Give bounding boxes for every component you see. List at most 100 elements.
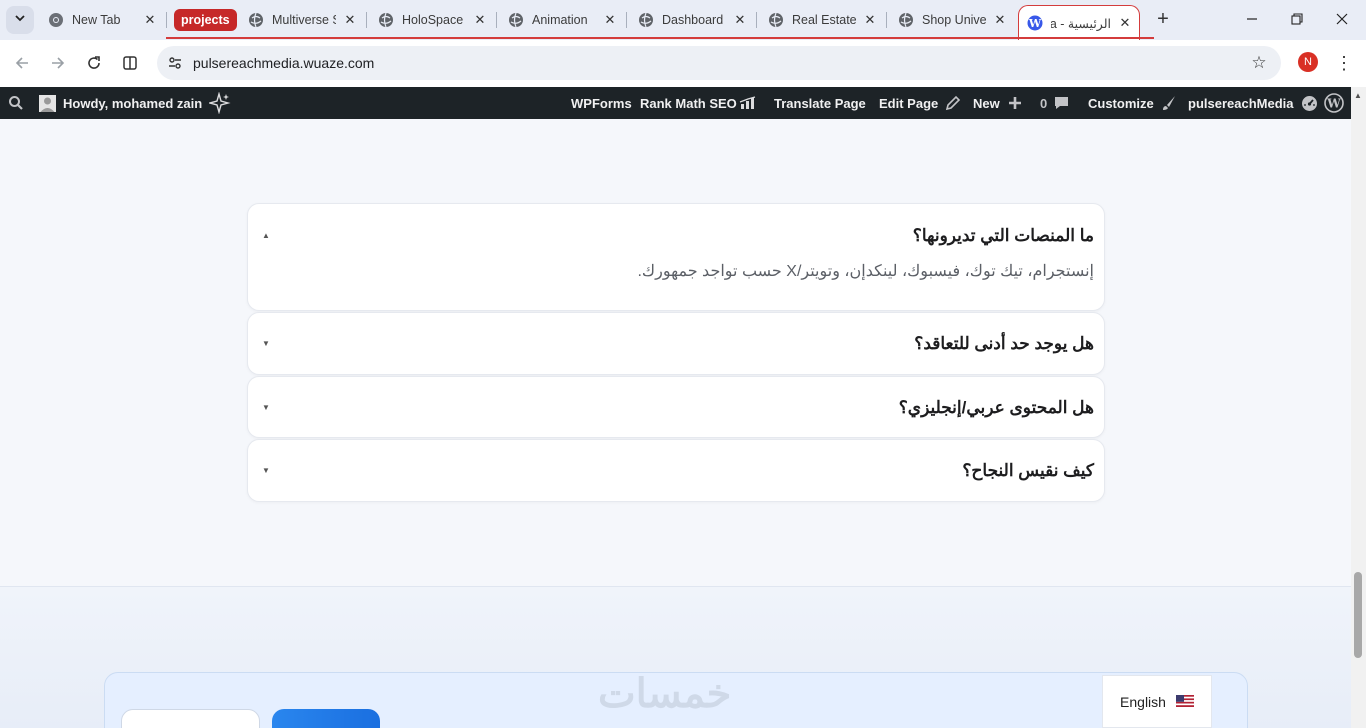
site-name-menu[interactable]: pulsereachMedia [1188, 87, 1318, 119]
bookmark-star-icon[interactable]: ☆ [1249, 53, 1269, 73]
caret-down-icon[interactable]: ▼ [261, 465, 271, 475]
faq-answer: إنستجرام، تيك توك، فيسبوك، لينكدإن، وتوي… [637, 263, 1094, 280]
close-window-icon[interactable] [1333, 10, 1351, 28]
rank-math-label: Rank Math SEO [640, 95, 737, 111]
tab-separator [366, 12, 367, 28]
globe-icon [248, 12, 264, 28]
tab-separator [166, 12, 167, 28]
tab-group-chip[interactable]: projects [174, 9, 237, 31]
ai-sparkle-icon[interactable] [209, 87, 231, 119]
restore-icon[interactable] [1288, 10, 1306, 28]
language-switcher[interactable]: English [1102, 675, 1212, 728]
pencil-icon [945, 95, 961, 111]
close-icon[interactable]: ✕ [342, 12, 358, 28]
faq-question[interactable]: هل يوجد حد أدنى للتعاقد؟ [914, 334, 1094, 354]
tab-dashboard[interactable]: Dashboard ✕ [638, 5, 748, 35]
menu-kebab-icon[interactable]: ⋮ [1335, 52, 1353, 74]
customize-link[interactable]: Customize [1088, 87, 1177, 119]
tab-search-button[interactable] [6, 6, 34, 34]
browser-tab-strip: New Tab ✕ projects Multiverse S ✕ HoloSp… [0, 0, 1366, 40]
reload-icon[interactable] [83, 52, 105, 74]
tab-animation[interactable]: Animation ✕ [508, 5, 618, 35]
faq-question[interactable]: هل المحتوى عربي/إنجليزي؟ [899, 398, 1094, 418]
comments-link[interactable]: 0 [1040, 87, 1069, 119]
tab-group-underline [166, 37, 1154, 39]
profile-avatar[interactable]: N [1298, 52, 1318, 72]
howdy-user[interactable]: Howdy, mohamed zain [39, 87, 202, 119]
new-tab-button[interactable]: + [1152, 8, 1174, 30]
translate-label: Translate Page [774, 95, 866, 111]
tab-title: Shop Unive [922, 13, 986, 27]
edit-page-label: Edit Page [879, 95, 939, 111]
browser-toolbar: pulsereachmedia.wuaze.com ☆ N ⋮ [0, 40, 1366, 87]
rank-math-menu[interactable]: Rank Math SEO [640, 87, 759, 119]
caret-down-icon[interactable]: ▼ [261, 338, 271, 348]
khamsat-watermark: خمسات [598, 672, 732, 716]
faq-item-platforms[interactable]: ما المنصات التي تديرونها؟ إنستجرام، تيك … [247, 203, 1105, 311]
globe-icon [898, 12, 914, 28]
wordpress-logo-icon[interactable]: W [1324, 87, 1344, 119]
address-url[interactable]: pulsereachmedia.wuaze.com [193, 55, 374, 71]
site-name-label: pulsereachMedia [1188, 95, 1294, 111]
wpforms-label: WPForms [571, 95, 632, 111]
globe-icon [638, 12, 654, 28]
tab-shop-universe[interactable]: Shop Unive ✕ [898, 5, 1008, 35]
close-icon[interactable]: ✕ [992, 12, 1008, 28]
scrollbar-thumb[interactable] [1354, 572, 1362, 658]
avatar [39, 94, 56, 112]
globe-icon [768, 12, 784, 28]
split-view-icon[interactable] [119, 52, 141, 74]
caret-up-icon[interactable]: ▲ [261, 230, 271, 240]
plus-icon [1008, 96, 1022, 110]
secondary-cta-button[interactable] [121, 709, 260, 728]
close-icon[interactable]: ✕ [732, 12, 748, 28]
tab-real-estate[interactable]: Real Estate ✕ [768, 5, 878, 35]
globe-icon [378, 12, 394, 28]
faq-item-content-language[interactable]: هل المحتوى عربي/إنجليزي؟ ▼ [247, 376, 1105, 438]
section-divider [0, 586, 1351, 587]
faq-question[interactable]: كيف نقيس النجاح؟ [962, 461, 1094, 481]
wp-admin-bar: Howdy, mohamed zain WPForms Rank Math SE… [0, 87, 1366, 119]
back-arrow-icon[interactable] [11, 52, 33, 74]
caret-down-icon[interactable]: ▼ [261, 402, 271, 412]
tab-holospace[interactable]: HoloSpace ✕ [378, 5, 488, 35]
minimize-icon[interactable] [1243, 10, 1261, 28]
chrome-icon [48, 12, 64, 28]
svg-text:W: W [1326, 97, 1341, 111]
tab-title: New Tab [72, 13, 121, 27]
close-icon[interactable]: ✕ [142, 12, 158, 28]
tab-separator [756, 12, 757, 28]
admin-search-icon[interactable] [8, 87, 24, 119]
address-bar[interactable]: pulsereachmedia.wuaze.com ☆ [157, 46, 1281, 80]
translate-page-link[interactable]: Translate Page [774, 87, 866, 119]
comment-bubble-icon [1054, 96, 1069, 110]
paintbrush-icon [1161, 95, 1177, 111]
close-icon[interactable]: ✕ [472, 12, 488, 28]
new-content-menu[interactable]: New [973, 87, 1022, 119]
tab-title: Real Estate [792, 13, 856, 27]
faq-item-minimum-contract[interactable]: هل يوجد حد أدنى للتعاقد؟ ▼ [247, 312, 1105, 375]
faq-item-measure-success[interactable]: كيف نقيس النجاح؟ ▼ [247, 439, 1105, 502]
new-label: New [973, 95, 1000, 111]
howdy-label: Howdy, mohamed zain [63, 95, 203, 111]
edit-page-link[interactable]: Edit Page [879, 87, 961, 119]
language-label: English [1120, 693, 1166, 710]
site-info-icon[interactable] [165, 53, 185, 73]
forward-arrow-icon[interactable] [47, 52, 69, 74]
close-icon[interactable]: ✕ [602, 12, 618, 28]
us-flag-icon [1175, 694, 1194, 710]
close-icon[interactable]: ✕ [1117, 15, 1133, 31]
dashboard-gauge-icon [1301, 95, 1318, 112]
wpforms-menu[interactable]: WPForms [571, 87, 632, 119]
chevron-down-icon [14, 11, 26, 29]
tab-active-home[interactable]: W الرئيسية - a ✕ [1018, 5, 1140, 40]
comments-count: 0 [1040, 95, 1048, 111]
tab-title: Multiverse S [272, 13, 336, 27]
primary-cta-button[interactable] [272, 709, 380, 728]
faq-question[interactable]: ما المنصات التي تديرونها؟ [913, 226, 1094, 246]
scroll-up-arrow-icon[interactable]: ▲ [1352, 90, 1364, 100]
tab-title: HoloSpace [402, 13, 464, 27]
tab-new-tab[interactable]: New Tab ✕ [48, 5, 158, 35]
close-icon[interactable]: ✕ [862, 12, 878, 28]
tab-multiverse[interactable]: Multiverse S ✕ [248, 5, 358, 35]
